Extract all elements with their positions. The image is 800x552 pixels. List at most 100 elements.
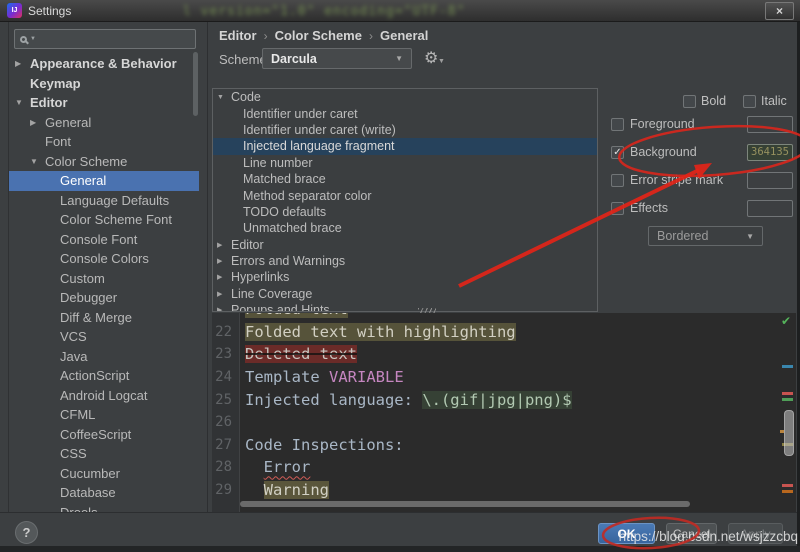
sidebar-item-editor[interactable]: ▼Editor [9, 93, 199, 113]
effects-style-dropdown[interactable]: Bordered ▼ [648, 226, 763, 246]
preview-editor: 21Folded text22Folded text with highligh… [212, 313, 796, 512]
settings-search-box[interactable]: ▼ [14, 29, 196, 49]
search-input[interactable] [36, 31, 190, 47]
sidebar-item-css[interactable]: CSS [9, 444, 199, 464]
help-button[interactable]: ? [15, 521, 38, 544]
error-stripe-mark-label: Error stripe mark [630, 173, 747, 187]
gear-icon[interactable]: ⚙ [424, 48, 438, 68]
option-item-errors-and-warnings[interactable]: ▶Errors and Warnings [213, 253, 597, 269]
chevron-down-icon: ▼ [395, 54, 403, 63]
chevron-right-icon[interactable]: ▶ [217, 273, 231, 281]
option-item-injected-language-fragment[interactable]: Injected language fragment [213, 138, 597, 154]
preview-line-24[interactable]: 24Template VARIABLE [212, 366, 782, 389]
option-item-label: Popups and Hints [231, 303, 330, 312]
preview-line-29[interactable]: 29 Warning [212, 479, 782, 502]
sidebar-item-label: Keymap [30, 76, 81, 91]
option-item-editor[interactable]: ▶Editor [213, 237, 597, 253]
sidebar-item-appearance-behavior[interactable]: ▶Appearance & Behavior [9, 54, 199, 74]
option-item-popups-and-hints[interactable]: ▶Popups and Hints [213, 302, 597, 312]
chevron-right-icon[interactable]: ▶ [15, 59, 30, 68]
sidebar-item-java[interactable]: Java [9, 347, 199, 367]
option-item-line-number[interactable]: Line number [213, 155, 597, 171]
sidebar-scrollbar[interactable] [193, 52, 198, 116]
sidebar-item-diff-merge[interactable]: Diff & Merge [9, 308, 199, 328]
sidebar-item-console-font[interactable]: Console Font [9, 230, 199, 250]
sidebar-item-label: Editor [30, 95, 68, 110]
option-item-label: Injected language fragment [243, 139, 395, 153]
search-icon [20, 36, 27, 43]
sidebar-item-coffeescript[interactable]: CoffeeScript [9, 425, 199, 445]
option-item-unmatched-brace[interactable]: Unmatched brace [213, 220, 597, 236]
option-item-label: TODO defaults [243, 205, 326, 219]
option-item-matched-brace[interactable]: Matched brace [213, 171, 597, 187]
error-stripe-mark-checkbox[interactable] [611, 174, 624, 187]
chevron-down-icon[interactable]: ▼ [15, 98, 30, 107]
chevron-right-icon[interactable]: ▶ [217, 306, 231, 312]
option-item-label: Errors and Warnings [231, 254, 345, 268]
background-color-field[interactable]: 364135 [747, 144, 793, 161]
line-code: Template VARIABLE [240, 368, 404, 386]
preview-line-21[interactable]: 21Folded text [212, 313, 782, 321]
sidebar-item-cfml[interactable]: CFML [9, 405, 199, 425]
sidebar-item-keymap[interactable]: Keymap [9, 74, 199, 94]
sidebar-item-language-defaults[interactable]: Language Defaults [9, 191, 199, 211]
chevron-right-icon[interactable]: ▶ [217, 241, 231, 249]
sidebar-item-label: Console Colors [60, 251, 149, 266]
preview-line-22[interactable]: 22Folded text with highlighting [212, 321, 782, 344]
preview-vertical-scrollbar[interactable] [784, 410, 794, 456]
sidebar-item-console-colors[interactable]: Console Colors [9, 249, 199, 269]
sidebar-item-database[interactable]: Database [9, 483, 199, 503]
option-item-todo-defaults[interactable]: TODO defaults [213, 204, 597, 220]
chevron-right-icon[interactable]: ▶ [217, 257, 231, 265]
sidebar-item-custom[interactable]: Custom [9, 269, 199, 289]
italic-checkbox[interactable] [743, 95, 756, 108]
sidebar-item-drools[interactable]: Drools [9, 503, 199, 513]
sidebar-tree: ▶Appearance & BehaviorKeymap▼Editor▶Gene… [9, 54, 199, 512]
preview-line-27[interactable]: 27Code Inspections: [212, 434, 782, 457]
scheme-select[interactable]: Darcula ▼ [262, 48, 412, 69]
splitter-grip[interactable] [418, 308, 436, 313]
breadcrumb-color-scheme[interactable]: Color Scheme [275, 28, 362, 43]
close-icon[interactable]: × [765, 2, 794, 20]
option-item-code[interactable]: ▼Code [213, 89, 597, 105]
option-item-line-coverage[interactable]: ▶Line Coverage [213, 286, 597, 302]
error-stripe-mark-color-field[interactable] [747, 172, 793, 189]
chevron-down-icon[interactable]: ▼ [30, 157, 45, 166]
sidebar-item-font[interactable]: Font [9, 132, 199, 152]
effects-color-field[interactable] [747, 200, 793, 217]
sidebar-item-debugger[interactable]: Debugger [9, 288, 199, 308]
sidebar-item-android-logcat[interactable]: Android Logcat [9, 386, 199, 406]
preview-line-28[interactable]: 28 Error [212, 456, 782, 479]
sidebar-item-label: VCS [60, 329, 87, 344]
preview-horizontal-scrollbar[interactable] [240, 501, 690, 507]
sidebar-item-color-scheme-font[interactable]: Color Scheme Font [9, 210, 199, 230]
sidebar-item-general[interactable]: General [9, 171, 199, 191]
effects-checkbox[interactable] [611, 202, 624, 215]
foreground-checkbox[interactable] [611, 118, 624, 131]
sidebar-item-label: Color Scheme Font [60, 212, 172, 227]
line-number: 29 [212, 482, 240, 498]
sidebar-item-general[interactable]: ▶General [9, 113, 199, 133]
chevron-down-icon[interactable]: ▼ [217, 94, 231, 101]
preview-line-25[interactable]: 25Injected language: \.(gif|jpg|png)$ [212, 388, 782, 411]
option-item-hyperlinks[interactable]: ▶Hyperlinks [213, 269, 597, 285]
option-item-identifier-under-caret[interactable]: Identifier under caret [213, 105, 597, 121]
preview-line-23[interactable]: 23Deleted text [212, 343, 782, 366]
line-code: Code Inspections: [240, 436, 404, 454]
sidebar-item-label: Color Scheme [45, 154, 127, 169]
sidebar-item-label: Diff & Merge [60, 310, 132, 325]
option-item-method-separator-color[interactable]: Method separator color [213, 187, 597, 203]
option-item-identifier-under-caret-write[interactable]: Identifier under caret (write) [213, 122, 597, 138]
sidebar-item-cucumber[interactable]: Cucumber [9, 464, 199, 484]
sidebar-item-label: Database [60, 485, 116, 500]
sidebar-item-vcs[interactable]: VCS [9, 327, 199, 347]
preview-line-26[interactable]: 26 [212, 411, 782, 434]
foreground-color-field[interactable] [747, 116, 793, 133]
background-checkbox[interactable]: ✓ [611, 146, 624, 159]
chevron-right-icon[interactable]: ▶ [30, 118, 45, 127]
sidebar-item-color-scheme[interactable]: ▼Color Scheme [9, 152, 199, 172]
bold-checkbox[interactable] [683, 95, 696, 108]
chevron-right-icon[interactable]: ▶ [217, 290, 231, 298]
breadcrumb-editor[interactable]: Editor [219, 28, 257, 43]
sidebar-item-actionscript[interactable]: ActionScript [9, 366, 199, 386]
